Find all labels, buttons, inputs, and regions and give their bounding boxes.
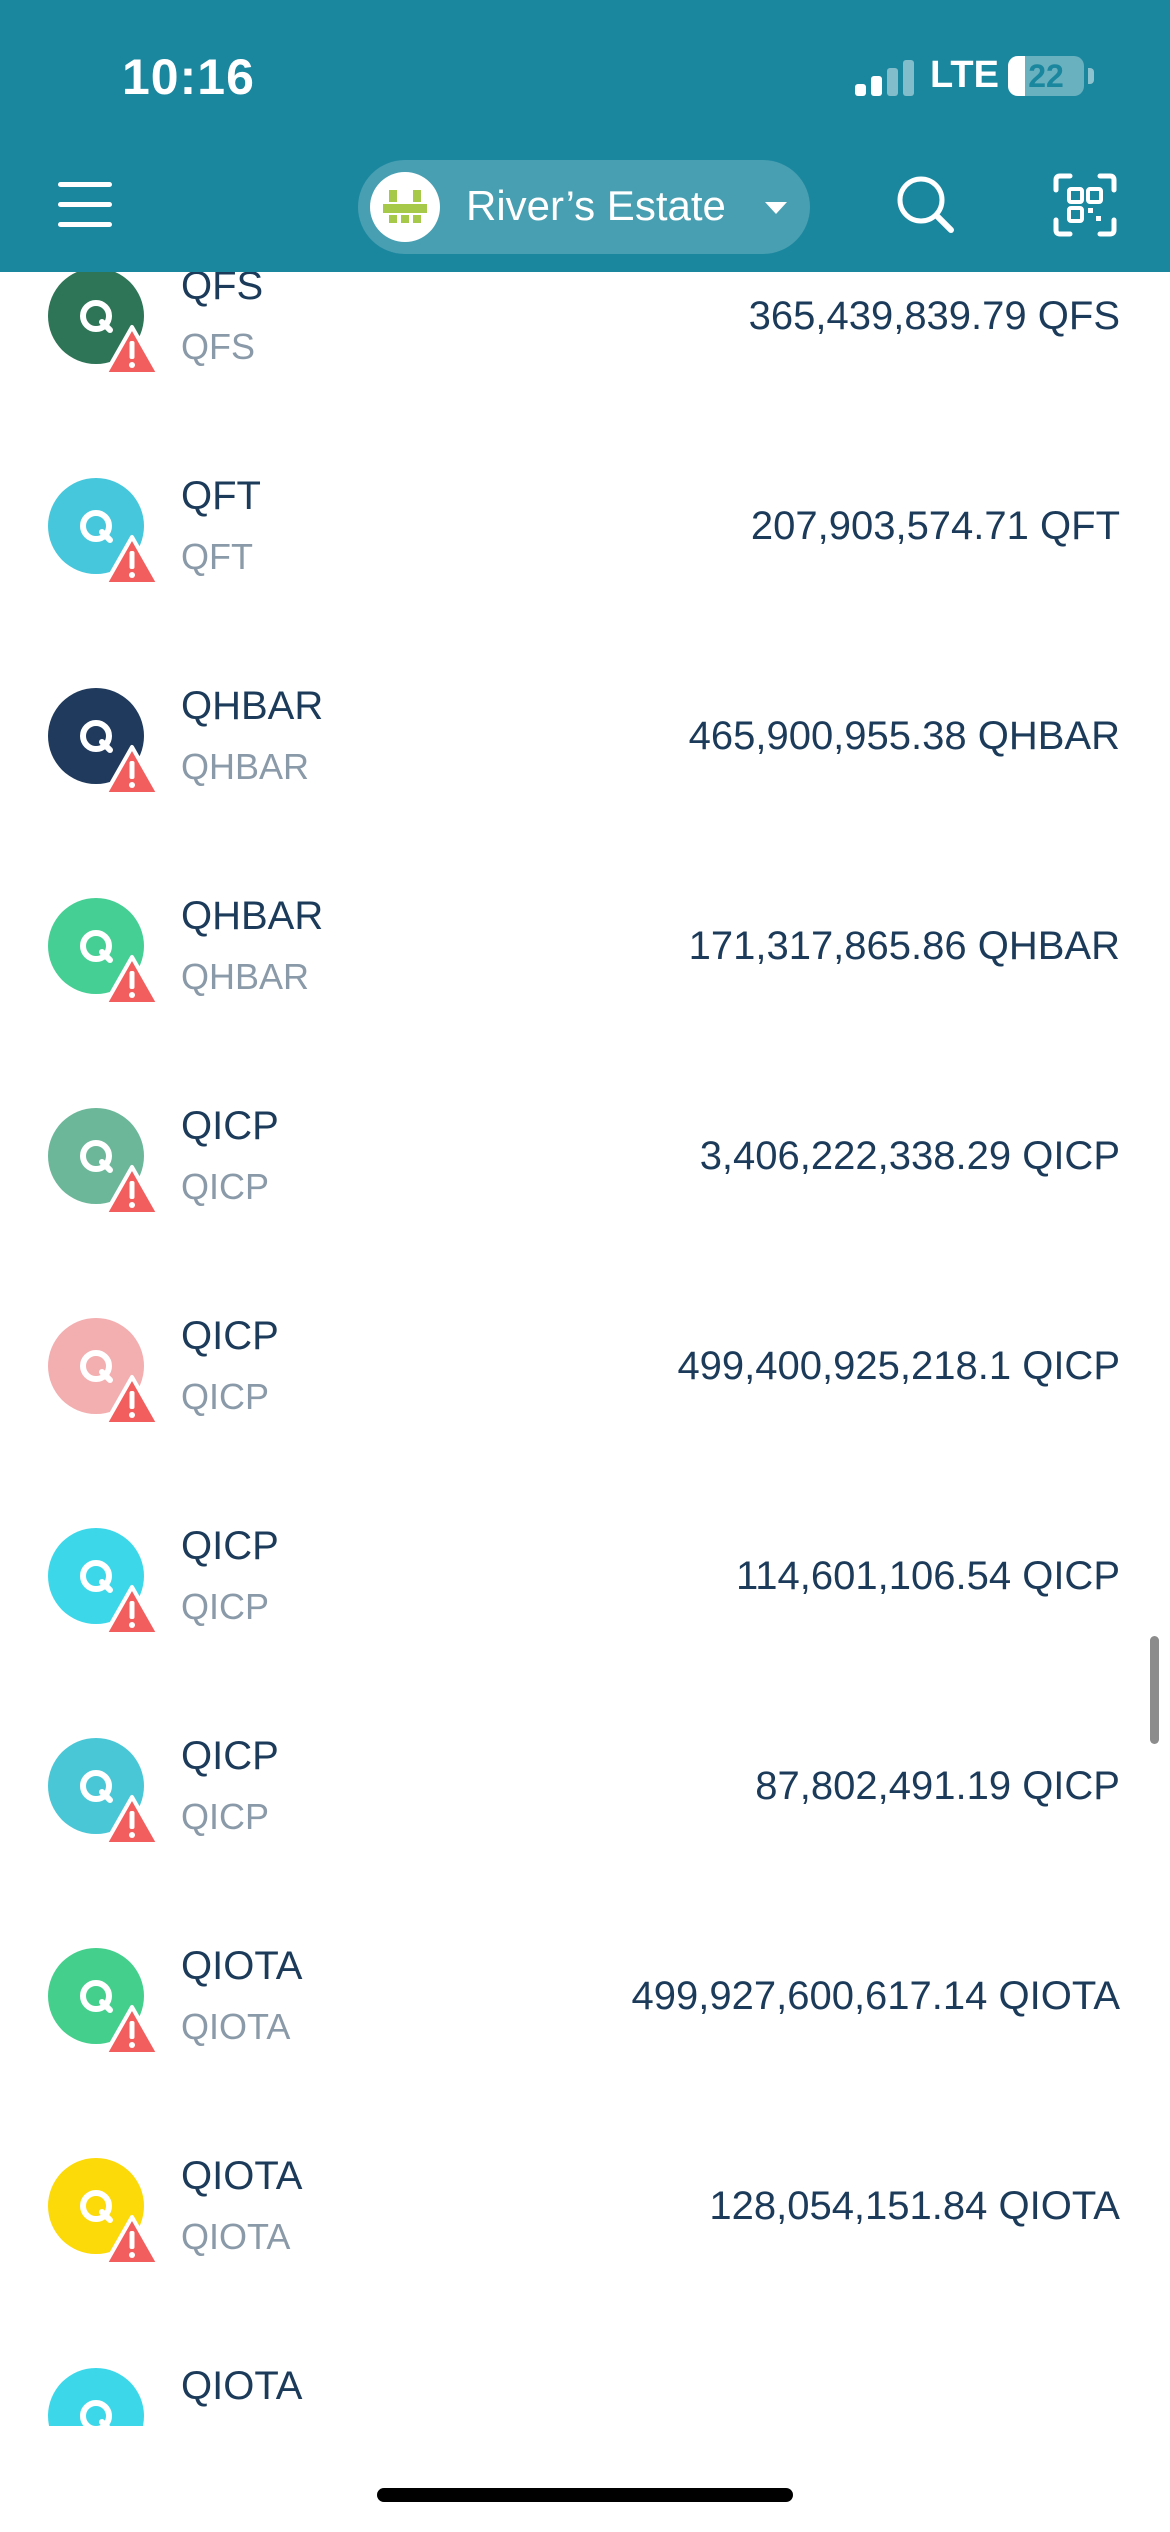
warning-icon bbox=[104, 1584, 160, 1636]
battery-icon: 22 bbox=[1008, 56, 1084, 96]
estate-logo-icon bbox=[383, 190, 427, 223]
network-type: LTE bbox=[930, 54, 999, 96]
token-symbol: QFT bbox=[181, 536, 253, 577]
chevron-down-icon bbox=[765, 202, 787, 214]
token-name: QICP bbox=[181, 1734, 279, 1778]
token-row[interactable]: QFS QFS 365,439,839.79 QFS bbox=[0, 272, 1170, 420]
token-row[interactable]: QICP QICP 87,802,491.19 QICP bbox=[0, 1680, 1170, 1890]
token-name: QFT bbox=[181, 474, 261, 518]
token-symbol: QHBAR bbox=[181, 956, 310, 997]
token-name: QIOTA bbox=[181, 2154, 303, 2198]
token-list[interactable]: QFS QFS 365,439,839.79 QFS QFT QFT 207,903,57… bbox=[0, 272, 1170, 2426]
token-symbol: QICP bbox=[181, 1796, 270, 1837]
token-balance: 128,054,151.84 QIOTA bbox=[709, 2184, 1120, 2228]
estate-name: River’s Estate bbox=[466, 182, 726, 229]
qr-scan-icon[interactable] bbox=[1052, 172, 1118, 238]
token-balance: 114,601,106.54 QICP bbox=[736, 1554, 1120, 1598]
token-balance: 365,439,839.79 QFS bbox=[748, 294, 1120, 338]
token-name: QIOTA bbox=[181, 1944, 303, 1988]
app-header: 10:16 LTE 22 River’s Estate bbox=[0, 0, 1170, 272]
estate-avatar bbox=[370, 172, 440, 242]
warning-icon bbox=[104, 744, 160, 796]
estate-selector[interactable]: River’s Estate bbox=[358, 160, 810, 254]
scrollbar[interactable] bbox=[1150, 1636, 1159, 1744]
token-row[interactable]: QHBAR QHBAR 171,317,865.86 QHBAR bbox=[0, 840, 1170, 1050]
token-symbol: QICP bbox=[181, 1376, 270, 1417]
token-name: QFS bbox=[181, 272, 264, 308]
warning-icon bbox=[104, 1374, 160, 1426]
token-row[interactable]: QIOTA QIOTA 128,054,151.84 QIOTA bbox=[0, 2100, 1170, 2310]
warning-icon bbox=[104, 1794, 160, 1846]
cellular-signal-icon bbox=[855, 58, 915, 96]
token-row[interactable]: QHBAR QHBAR 465,900,955.38 QHBAR bbox=[0, 630, 1170, 840]
token-icon bbox=[48, 2368, 144, 2426]
warning-icon bbox=[104, 324, 160, 376]
hamburger-menu-icon[interactable] bbox=[50, 175, 120, 235]
warning-icon bbox=[104, 2214, 160, 2266]
token-balance: 3,406,222,338.29 QICP bbox=[699, 1134, 1120, 1178]
token-row[interactable]: QIOTA bbox=[0, 2310, 1170, 2426]
token-symbol: QICP bbox=[181, 1166, 270, 1207]
token-balance: 87,802,491.19 QICP bbox=[755, 1764, 1120, 1808]
search-icon[interactable] bbox=[893, 172, 959, 238]
bottom-safe-area bbox=[0, 2426, 1170, 2532]
warning-icon bbox=[104, 534, 160, 586]
token-name: QHBAR bbox=[181, 684, 324, 728]
token-symbol: QHBAR bbox=[181, 746, 310, 787]
token-row[interactable]: QICP QICP 114,601,106.54 QICP bbox=[0, 1470, 1170, 1680]
warning-icon bbox=[104, 2004, 160, 2056]
home-indicator[interactable] bbox=[377, 2488, 793, 2502]
token-row[interactable]: QFT QFT 207,903,574.71 QFT bbox=[0, 420, 1170, 630]
token-balance: 499,400,925,218.1 QICP bbox=[677, 1344, 1120, 1388]
token-symbol: QICP bbox=[181, 1586, 270, 1627]
warning-icon bbox=[104, 954, 160, 1006]
token-symbol: QIOTA bbox=[181, 2006, 291, 2047]
token-balance: 207,903,574.71 QFT bbox=[750, 504, 1120, 548]
token-balance: 465,900,955.38 QHBAR bbox=[688, 714, 1120, 758]
token-balance: 499,927,600,617.14 QIOTA bbox=[631, 1974, 1121, 2018]
token-name: QHBAR bbox=[181, 894, 324, 938]
warning-icon bbox=[104, 1164, 160, 1216]
battery-nub bbox=[1088, 68, 1094, 84]
token-name: QICP bbox=[181, 1104, 279, 1148]
battery-level: 22 bbox=[1028, 58, 1064, 94]
token-symbol: QIOTA bbox=[181, 2216, 291, 2257]
status-time: 10:16 bbox=[122, 49, 255, 105]
token-name: QICP bbox=[181, 1314, 279, 1358]
token-row[interactable]: QIOTA QIOTA 499,927,600,617.14 QIOTA bbox=[0, 1890, 1170, 2100]
token-row[interactable]: QICP QICP 3,406,222,338.29 QICP bbox=[0, 1050, 1170, 1260]
token-symbol: QFS bbox=[181, 326, 256, 367]
token-balance: 171,317,865.86 QHBAR bbox=[688, 924, 1120, 968]
token-name: QIOTA bbox=[181, 2364, 303, 2408]
token-row[interactable]: QICP QICP 499,400,925,218.1 QICP bbox=[0, 1260, 1170, 1470]
token-name: QICP bbox=[181, 1524, 279, 1568]
